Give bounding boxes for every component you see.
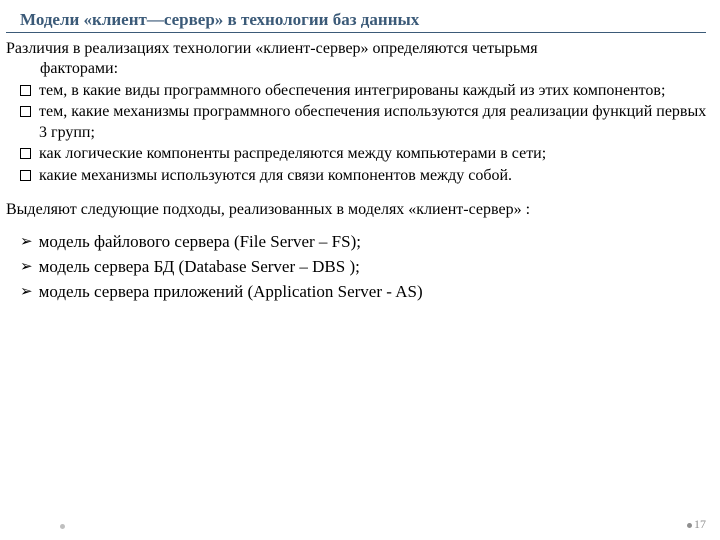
list-item: ➢ модель сервера приложений (Application… — [20, 281, 710, 303]
list-item: как логические компоненты распределяются… — [20, 144, 710, 164]
list-item-text: тем, в какие виды программного обеспечен… — [39, 81, 710, 101]
intro-factors: факторами: — [40, 59, 710, 79]
approaches-intro: Выделяют следующие подходы, реализованны… — [6, 200, 710, 220]
list-item: ➢ модель сервера БД (Database Server – D… — [20, 256, 710, 278]
checkbox-icon — [20, 148, 31, 159]
factor-list: тем, в какие виды программного обеспечен… — [20, 81, 710, 186]
intro-text: Различия в реализациях технологии «клиен… — [6, 39, 710, 80]
title-divider — [6, 32, 706, 33]
list-item: тем, какие механизмы программного обеспе… — [20, 102, 710, 143]
page-number: 17 — [687, 517, 706, 532]
list-item-text: как логические компоненты распределяются… — [39, 144, 710, 164]
decorative-dot — [60, 524, 65, 529]
checkbox-icon — [20, 170, 31, 181]
list-item-text: тем, какие механизмы программного обеспе… — [39, 102, 710, 143]
list-item: ➢ модель файлового сервера (File Server … — [20, 231, 710, 253]
slide-title: Модели «клиент—сервер» в технологии баз … — [0, 0, 720, 32]
list-item-text: модель сервера приложений (Application S… — [39, 281, 710, 303]
arrow-icon: ➢ — [20, 281, 33, 303]
intro-lead: Различия в реализациях технологии «клиен… — [6, 39, 710, 59]
list-item: какие механизмы используются для связи к… — [20, 166, 710, 186]
slide-content: Различия в реализациях технологии «клиен… — [0, 39, 720, 303]
arrow-icon: ➢ — [20, 256, 33, 278]
list-item-text: модель сервера БД (Database Server – DBS… — [39, 256, 710, 278]
list-item-text: какие механизмы используются для связи к… — [39, 166, 710, 186]
arrow-icon: ➢ — [20, 231, 33, 253]
checkbox-icon — [20, 106, 31, 117]
list-item-text: модель файлового сервера (File Server – … — [39, 231, 710, 253]
list-item: тем, в какие виды программного обеспечен… — [20, 81, 710, 101]
checkbox-icon — [20, 85, 31, 96]
approach-list: ➢ модель файлового сервера (File Server … — [20, 231, 710, 303]
